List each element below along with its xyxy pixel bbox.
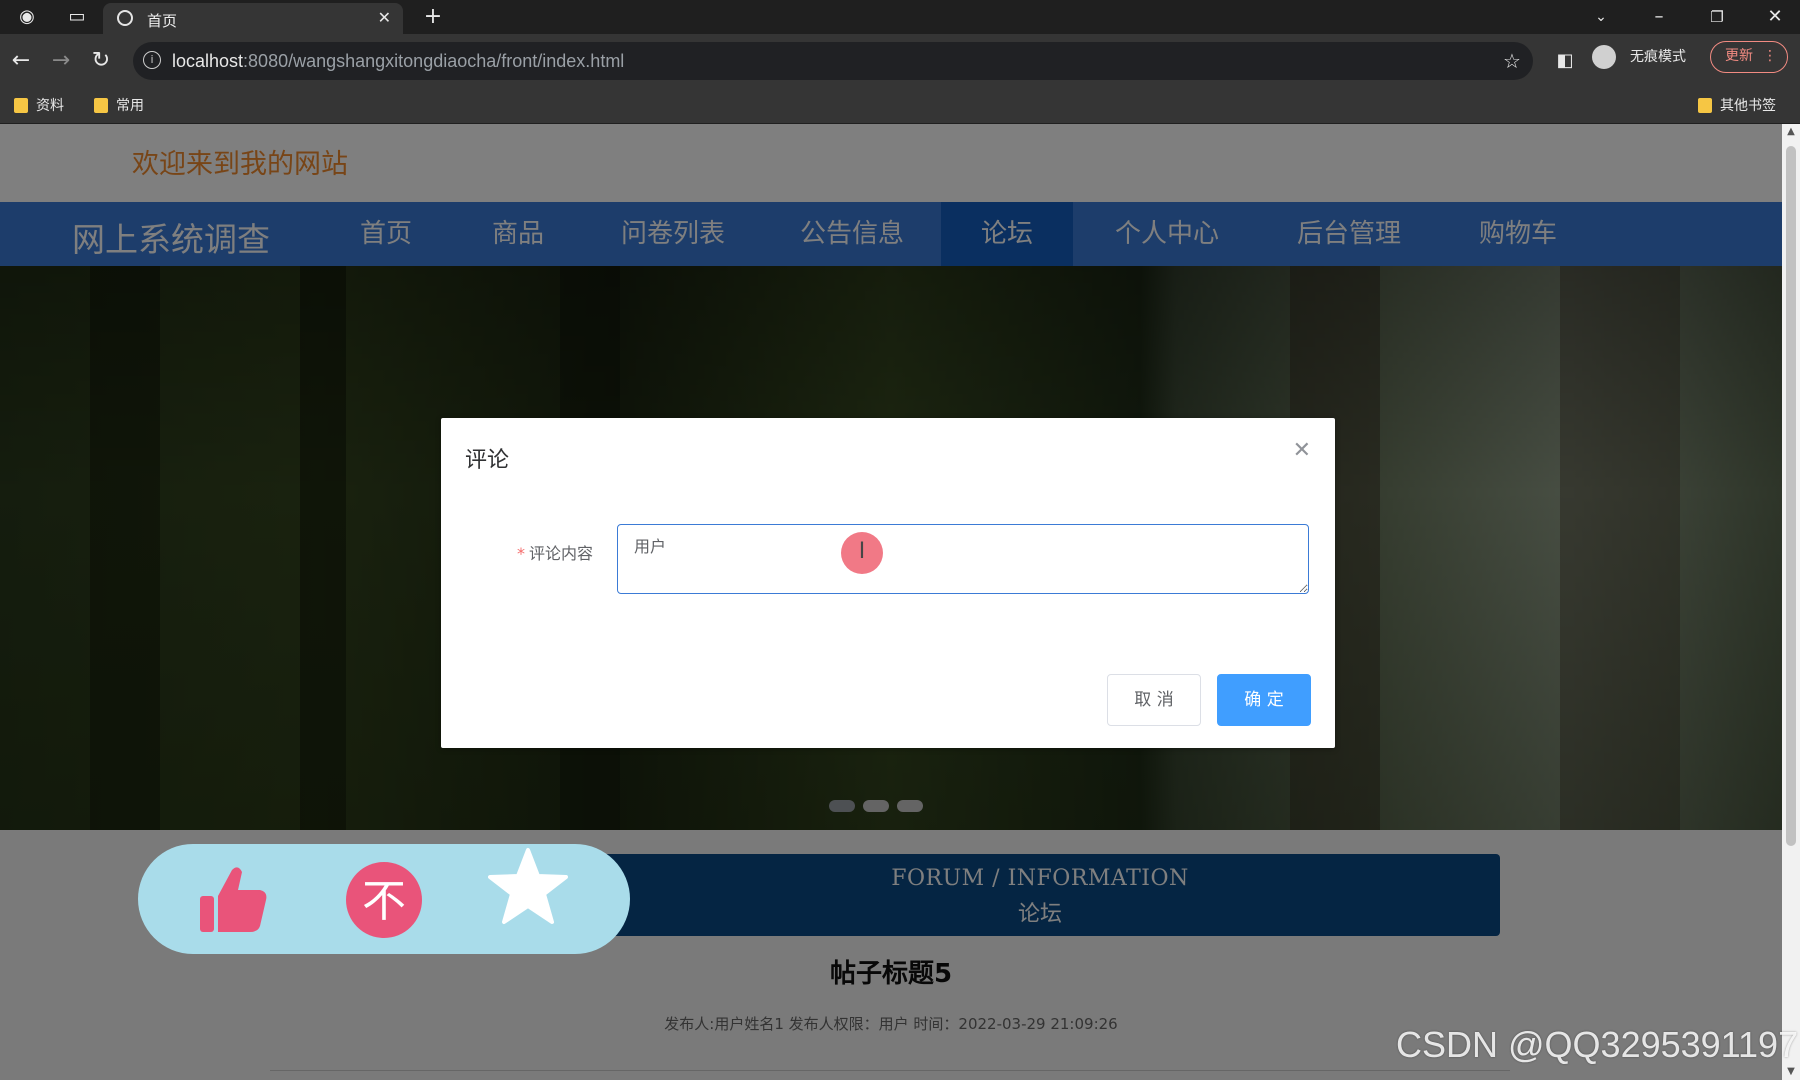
scroll-down-icon[interactable]: ▼ xyxy=(1782,1066,1800,1077)
other-bookmarks[interactable]: 其他书签 xyxy=(1694,88,1776,124)
address-bar[interactable]: i localhost:8080/wangshangxitongdiaocha/… xyxy=(133,42,1533,80)
globe-icon xyxy=(117,10,133,26)
mouse-cursor-icon: I xyxy=(841,532,883,574)
comment-dialog: 评论 ✕ * 评论内容 用户 I 取 消 确 定 xyxy=(441,418,1335,748)
tab-list-chevron-icon[interactable]: ⌄ xyxy=(1588,0,1614,34)
folder-icon xyxy=(14,98,28,113)
incognito-indicator[interactable]: 无痕模式 xyxy=(1592,42,1692,72)
restore-icon[interactable]: ❐ xyxy=(1704,0,1730,34)
minimize-icon[interactable]: – xyxy=(1646,0,1672,34)
cancel-button[interactable]: 取 消 xyxy=(1107,674,1201,726)
dialog-title: 评论 xyxy=(465,448,510,473)
comment-field-label: * 评论内容 xyxy=(517,540,593,564)
menu-kebab-icon[interactable]: ⋮ xyxy=(1763,42,1777,71)
update-label: 更新 xyxy=(1725,48,1753,64)
page-scrollbar[interactable]: ▲ ▼ xyxy=(1782,124,1800,1080)
side-panel-icon[interactable]: ◧ xyxy=(1552,44,1578,78)
reload-icon[interactable]: ↻ xyxy=(88,44,114,78)
bookmark-label: 资料 xyxy=(36,98,64,114)
watermark: CSDN @QQ3295391197 xyxy=(1396,1024,1799,1065)
tab-search-icon[interactable]: ▭ xyxy=(64,0,90,34)
new-tab-icon[interactable]: + xyxy=(420,0,446,34)
bookmark-label: 常用 xyxy=(116,98,144,114)
site-info-icon[interactable]: i xyxy=(143,51,161,69)
bookmarks-bar: 资料 常用 其他书签 xyxy=(0,88,1800,124)
browser-logo-icon[interactable]: ◉ xyxy=(14,0,40,34)
scrollbar-thumb[interactable] xyxy=(1786,146,1796,846)
back-icon[interactable]: ← xyxy=(8,44,34,78)
url-text[interactable]: localhost:8080/wangshangxitongdiaocha/fr… xyxy=(172,51,624,72)
confirm-button[interactable]: 确 定 xyxy=(1217,674,1311,726)
browser-tab[interactable]: 首页 ✕ xyxy=(103,3,403,34)
close-icon[interactable]: ✕ xyxy=(1293,438,1311,463)
comment-textarea[interactable]: 用户 xyxy=(617,524,1309,594)
floating-action-bar: 不 xyxy=(138,844,630,954)
update-button[interactable]: 更新 ⋮ xyxy=(1710,41,1788,73)
folder-icon xyxy=(1698,98,1712,113)
folder-icon xyxy=(94,98,108,113)
incognito-icon xyxy=(1592,45,1616,69)
thumbs-up-icon[interactable] xyxy=(192,860,272,940)
star-icon[interactable] xyxy=(488,846,568,926)
bookmark-star-icon[interactable]: ☆ xyxy=(1499,44,1525,78)
forward-icon[interactable]: → xyxy=(48,44,74,78)
web-page: 欢迎来到我的网站 网上系统调查 首页 商品 问卷列表 公告信息 论坛 个人中心 … xyxy=(0,124,1782,1080)
browser-toolbar: ← → ↻ i localhost:8080/wangshangxitongdi… xyxy=(0,34,1800,88)
incognito-label: 无痕模式 xyxy=(1630,49,1686,65)
bookmark-folder-changyong[interactable]: 常用 xyxy=(90,88,144,124)
scroll-up-icon[interactable]: ▲ xyxy=(1782,126,1800,137)
bookmark-folder-ziliao[interactable]: 资料 xyxy=(10,88,64,124)
required-mark: * xyxy=(517,544,525,563)
comment-label-text: 评论内容 xyxy=(529,544,594,563)
tab-title: 首页 xyxy=(147,12,178,30)
downvote-glyph: 不 xyxy=(362,876,406,927)
window-close-icon[interactable]: ✕ xyxy=(1762,0,1788,34)
other-bookmarks-label: 其他书签 xyxy=(1720,98,1776,114)
downvote-icon[interactable]: 不 xyxy=(344,860,424,940)
browser-tab-bar: ◉ ▭ 首页 ✕ + ⌄ – ❐ ✕ xyxy=(0,0,1800,34)
tab-close-icon[interactable]: ✕ xyxy=(378,8,391,27)
